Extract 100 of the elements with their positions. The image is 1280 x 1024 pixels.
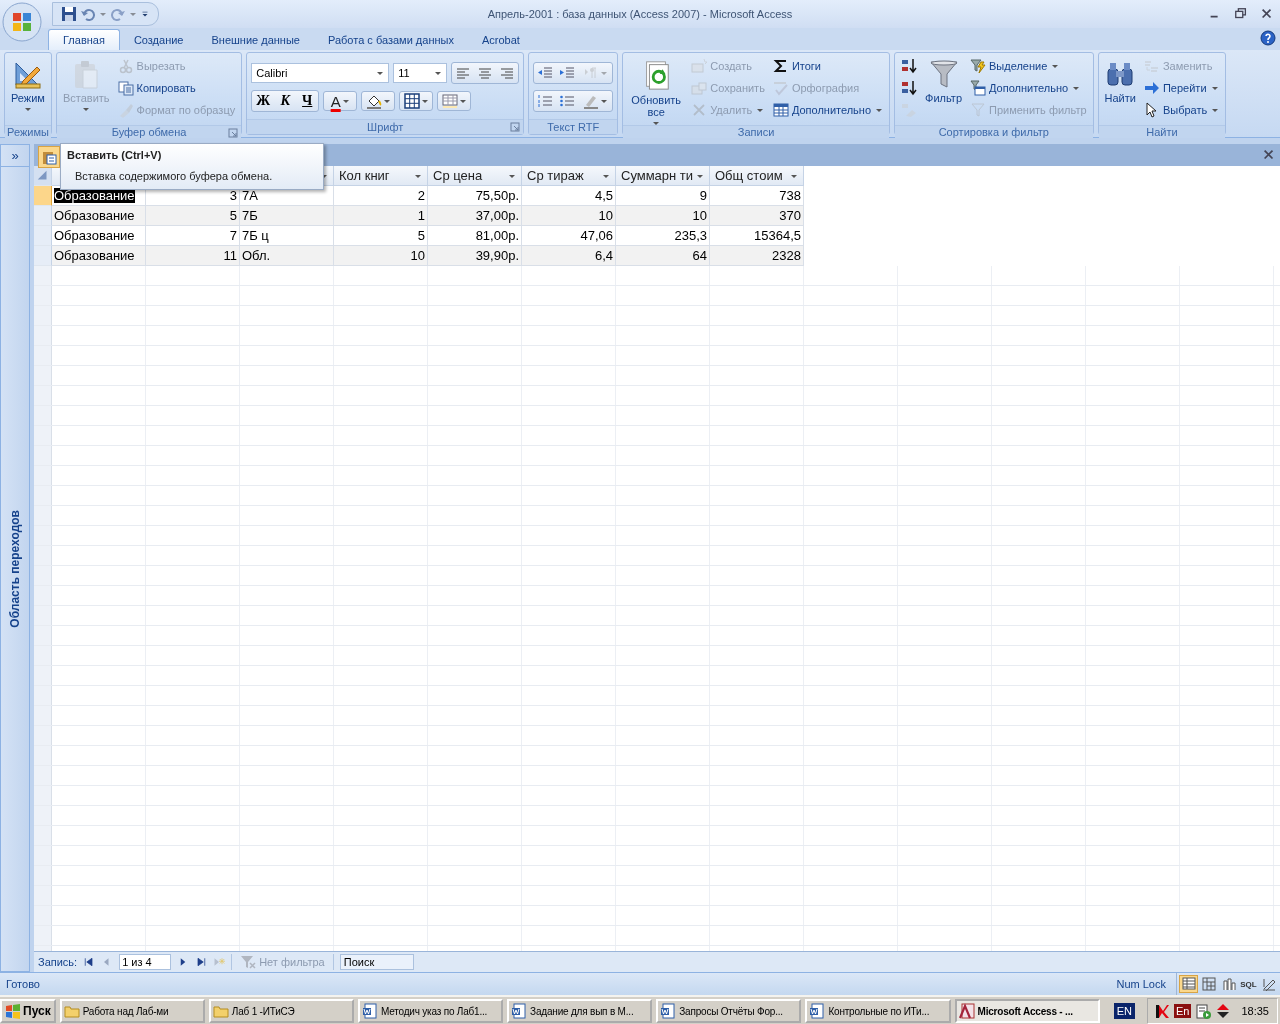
num-lock-indicator: Num Lock [1116,978,1167,990]
ribbon-button[interactable]: Перейти [1141,77,1222,99]
numbered-list-icon [537,93,554,109]
sort-up-icon [901,80,918,96]
ribbon-tab[interactable]: Главная [48,29,120,50]
ribbon-button[interactable]: Дополнительно [968,77,1089,99]
column-header[interactable]: Ср цена [428,166,522,186]
search-field[interactable]: Поиск [339,954,414,970]
view-button[interactable]: SQL [1239,975,1258,993]
redo-icon[interactable] [110,6,126,22]
taskbar-button[interactable]: Контрольные по ИТи... [805,999,951,1023]
table-cell: 7Б ц [242,228,269,243]
first-record-icon[interactable] [83,956,96,968]
dialog-launcher-icon[interactable] [510,122,521,132]
table-cell: 235,3 [674,228,707,243]
language-indicator[interactable]: EN [1113,1003,1135,1019]
start-button[interactable]: Пуск [0,999,56,1023]
arrows-icon[interactable] [1215,1003,1232,1019]
ribbon-tab[interactable]: Внешние данные [197,29,314,50]
style-button[interactable]: Ч [296,91,319,111]
taskbar-button[interactable]: Работа над Лаб-ми [59,999,205,1023]
caret-icon [382,98,391,104]
record-position-field[interactable]: 1 из 4 [119,954,172,970]
ribbon-button[interactable]: Итоги [770,55,886,77]
table-cell: 47,06 [580,228,613,243]
column-header[interactable]: Общ стоим [710,166,804,186]
pivot-icon [1200,976,1217,992]
keyboard-layout-indicator[interactable]: En [1173,1004,1192,1018]
taskbar-button[interactable]: Microsoft Access - ... [954,999,1100,1023]
caret-icon [434,70,443,76]
ribbon-tab[interactable]: Работа с базами данных [313,29,468,50]
caret-icon[interactable] [414,172,422,179]
caret-icon[interactable] [790,172,798,179]
funnel-outline-icon [970,102,986,118]
ribbon-button[interactable]: Обновить все [627,55,686,125]
restore-icon[interactable] [1234,7,1248,21]
ribbon-button[interactable]: Выбрать [1141,99,1222,121]
expand-button[interactable]: » [1,145,29,167]
caret-icon [875,107,884,113]
save-icon[interactable] [61,6,77,22]
column-header[interactable]: Ср тираж [522,166,616,186]
triangle-icon [35,168,50,183]
clipboard-icon[interactable] [1195,1003,1212,1019]
ribbon-button[interactable]: Режим [9,55,47,125]
close-icon[interactable] [1262,148,1276,162]
taskbar-button[interactable]: Задание для вып в М... [507,999,653,1023]
ribbon-button[interactable]: Копировать [115,77,238,99]
help-icon[interactable] [1260,30,1276,46]
style-button[interactable]: Ж [252,91,275,111]
table-cell: 39,90р. [475,248,519,263]
datasheet-icon [1180,976,1197,992]
bullet-list-icon [559,93,576,109]
taskbar-button[interactable]: Запросы Отчёты Фор... [656,999,802,1023]
group-label: Шрифт [367,121,404,133]
taskbar-button[interactable]: Методич указ по Лаб1... [357,999,504,1023]
document-icon [511,1003,528,1019]
ribbon-button[interactable]: Фильтр [923,55,964,125]
document-icon [809,1003,826,1019]
navigation-pane-label[interactable]: Область переходов [8,510,22,628]
style-button[interactable]: К [274,91,297,111]
select-all-button[interactable] [34,166,52,186]
last-record-icon[interactable] [195,956,208,968]
caret-icon [420,98,429,104]
access-icon [958,1003,975,1019]
clock: 18:35 [1241,1005,1269,1017]
close-icon[interactable] [1260,7,1274,21]
outdent-icon [537,65,554,81]
new-record-icon [691,58,708,74]
table-cell: 7Б [242,208,258,223]
paragraph-icon [582,65,599,81]
column-header[interactable]: Суммарн ти [616,166,710,186]
caret-icon[interactable] [696,172,704,179]
shield-icon[interactable] [1153,1003,1170,1019]
column-header[interactable]: Кол книг [334,166,428,186]
document-icon [660,1003,677,1019]
font-color-button[interactable]: A [323,91,358,111]
ribbon-tab[interactable]: Создание [119,29,198,50]
fill-color-button[interactable] [361,91,396,111]
scissors-icon [117,58,134,74]
font-name-field[interactable]: Calibri [251,63,390,83]
cross-icon [691,102,708,118]
caret-icon[interactable] [602,172,610,179]
ribbon-button[interactable]: Найти [1102,55,1138,125]
table-cell: 5 [229,208,237,223]
document-icon [361,1003,378,1019]
font-size-field[interactable]: 11 [393,63,448,83]
ribbon-button[interactable]: Выделение [968,55,1089,77]
dialog-launcher-icon[interactable] [228,128,239,138]
borders-button[interactable] [399,91,434,111]
caret-icon [599,70,608,76]
ribbon-tab[interactable]: Acrobat [467,29,534,50]
table-cell: 37,00р. [475,208,519,223]
window-title: Апрель-2001 : база данных (Access 2007) - Microsoft Access [487,8,793,20]
caret-icon [1072,85,1081,91]
ribbon-button[interactable]: Дополнительно [770,99,886,121]
table-cell: 6,4 [594,248,613,263]
caret-icon[interactable] [508,172,516,179]
view-button[interactable] [1199,975,1218,993]
taskbar-button[interactable]: Лаб 1 -ИТиСЭ [208,999,354,1023]
view-button[interactable] [1179,975,1198,993]
